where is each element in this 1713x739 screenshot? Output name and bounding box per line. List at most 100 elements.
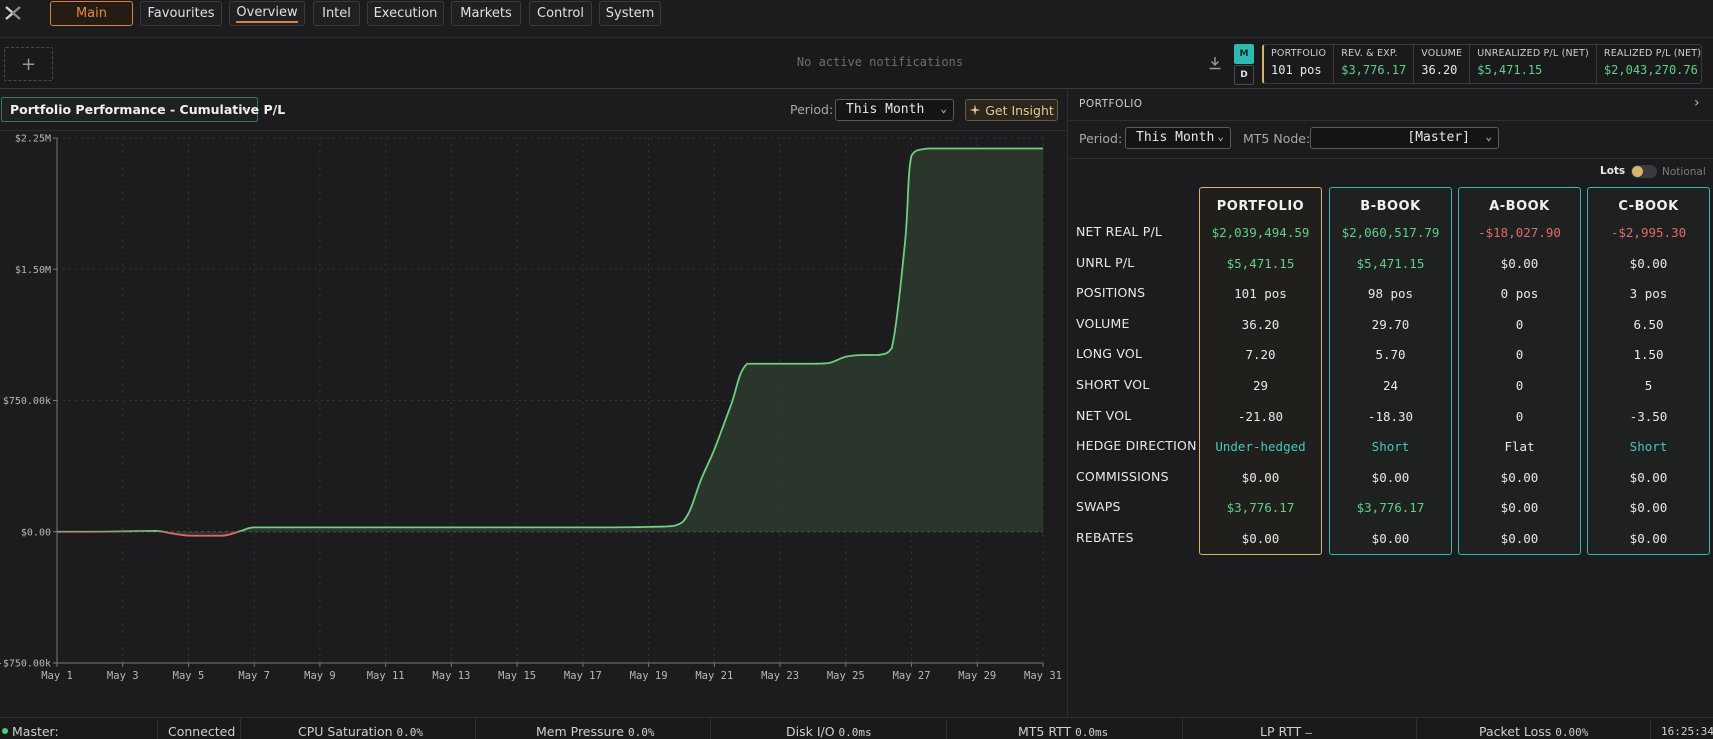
book-header[interactable]: B-BOOK <box>1330 199 1451 214</box>
book-column-a-book: A-BOOK -$18,027.90 $0.00 0 pos 0 0 0 0 Flat $0.00… <box>1458 187 1581 555</box>
book-cell: -3.50 <box>1629 408 1668 424</box>
period-select-value: This Month <box>846 102 925 117</box>
panel-period-select[interactable]: This Month ⌄ <box>1125 127 1231 149</box>
tab-intel-label: Intel <box>322 6 351 21</box>
metric-label: SWAPS <box>1076 499 1121 515</box>
summary-portfolio: PORTFOLIO 101 pos <box>1264 45 1335 83</box>
mt5-rtt-value: 0.0ms <box>1075 726 1109 739</box>
notification-message: No active notifications <box>796 55 964 69</box>
mt5-node-label: MT5 Node: <box>1243 131 1311 146</box>
book-cell: 0 <box>1515 316 1524 332</box>
book-cell: 29 <box>1252 378 1269 393</box>
chevron-down-icon: ⌄ <box>1485 130 1492 143</box>
book-column-c-book: C-BOOK -$2,995.30 $0.00 3 pos 6.50 1.50 5 -3.50… <box>1587 187 1710 555</box>
summary-value: $2,043,270.76 <box>1603 63 1698 77</box>
master-label: Master: <box>12 724 59 739</box>
book-header[interactable]: C-BOOK <box>1588 199 1709 214</box>
tab-favourites[interactable]: Favourites <box>140 1 222 26</box>
period-label: Period: <box>1079 131 1123 146</box>
status-bar: Master: Connected CPU Saturation 0.0% Me… <box>0 717 1713 739</box>
book-column-b-book: B-BOOK $2,060,517.79 $5,471.15 98 pos 29.70 5… <box>1329 187 1452 555</box>
disk-value: 0.0ms <box>838 726 872 739</box>
metric-label: NET VOL <box>1076 407 1132 423</box>
tab-intel[interactable]: Intel <box>313 1 360 26</box>
book-cell: 5.70 <box>1375 347 1406 363</box>
portfolio-summary: PORTFOLIO 101 pos REV. & EXP. $3,776.17 … <box>1262 44 1702 84</box>
book-cell: 7.20 <box>1245 347 1276 363</box>
tab-main[interactable]: Main <box>50 1 133 26</box>
x-tick-label: May 29 <box>958 670 996 682</box>
divider <box>240 718 241 739</box>
book-header[interactable]: A-BOOK <box>1459 199 1580 214</box>
tab-system[interactable]: System <box>599 1 661 26</box>
metric-label: UNRL P/L <box>1076 254 1135 270</box>
book-cell: Flat <box>1504 439 1535 455</box>
summary-value: 101 pos <box>1271 63 1322 77</box>
disk-label: Disk I/O <box>786 724 835 739</box>
x-tick-label: May 17 <box>564 670 602 682</box>
cpu-value: 0.0% <box>396 726 424 739</box>
cpu-metric: CPU Saturation 0.0% <box>298 724 423 739</box>
y-tick-label: $1.50M <box>15 265 51 276</box>
book-cell: 0 <box>1515 408 1524 424</box>
chart-selector[interactable]: Portfolio Performance - Cumulative P/L ⌄ <box>1 97 285 122</box>
y-tick-label: -$750.00k <box>0 659 51 670</box>
tab-markets-label: Markets <box>460 6 512 21</box>
tab-markets[interactable]: Markets <box>451 1 521 26</box>
sparkle-icon <box>969 104 981 116</box>
book-cell: $0.00 <box>1241 469 1280 485</box>
book-column-portfolio: PORTFOLIO $2,039,494.59 $5,471.15 101 pos 36… <box>1199 187 1322 555</box>
book-cell: $2,060,517.79 <box>1341 225 1440 240</box>
lots-notional-toggle[interactable] <box>1631 165 1657 178</box>
x-tick-label: May 31 <box>1024 670 1062 682</box>
book-cell: $0.00 <box>1500 255 1539 271</box>
book-cell: -$18,027.90 <box>1478 225 1561 240</box>
book-cell: $0.00 <box>1371 469 1410 485</box>
download-icon[interactable] <box>1208 56 1222 70</box>
book-cell: 6.50 <box>1633 316 1664 332</box>
add-widget-button[interactable]: + <box>4 47 53 81</box>
mt5-node-select[interactable]: [Master] ⌄ <box>1310 127 1499 149</box>
connection-status: Connected <box>168 724 236 739</box>
divider <box>946 718 947 739</box>
book-cell: Short <box>1629 439 1668 455</box>
book-cell: 0 pos <box>1500 286 1539 302</box>
toggle-knob <box>1632 166 1643 177</box>
summary-label: REALIZED P/L (NET) <box>1603 48 1702 59</box>
mode-d-button[interactable]: D <box>1234 65 1254 85</box>
summary-value: $5,471.15 <box>1477 63 1543 77</box>
x-tick-label: May 13 <box>432 670 470 682</box>
book-header[interactable]: PORTFOLIO <box>1200 199 1321 214</box>
mem-value: 0.0% <box>628 726 655 739</box>
tab-overview-label: Overview <box>236 5 298 23</box>
disk-metric: Disk I/O 0.0ms <box>786 724 872 739</box>
x-tick-label: May 7 <box>238 670 270 682</box>
divider <box>1182 718 1183 739</box>
chevron-down-icon: ⌄ <box>940 102 947 115</box>
area-fill <box>57 148 1043 536</box>
book-cell: $0.00 <box>1241 531 1280 546</box>
get-insight-button[interactable]: Get Insight <box>965 99 1058 121</box>
book-cell: 29.70 <box>1371 316 1410 332</box>
summary-rev-exp: REV. & EXP. $3,776.17 <box>1334 45 1415 83</box>
book-cell: $3,776.17 <box>1356 500 1425 516</box>
mode-m-button[interactable]: M <box>1234 44 1254 64</box>
x-tick-label: May 15 <box>498 670 536 682</box>
mem-label: Mem Pressure <box>536 724 625 739</box>
book-cell: -$2,995.30 <box>1610 225 1687 240</box>
x-logo-icon[interactable] <box>4 4 22 22</box>
tab-execution-label: Execution <box>373 6 438 21</box>
chevron-right-icon[interactable]: › <box>1694 95 1700 111</box>
summary-value: $3,776.17 <box>1341 63 1407 77</box>
tab-execution[interactable]: Execution <box>367 1 444 26</box>
x-tick-label: May 1 <box>41 670 73 682</box>
divider <box>157 718 158 739</box>
book-cell: $2,039,494.59 <box>1211 225 1310 240</box>
summary-label: UNREALIZED P/L (NET) <box>1477 48 1589 59</box>
packet-loss-metric: Packet Loss 0.00% <box>1479 724 1588 739</box>
divider <box>710 718 711 739</box>
tab-control[interactable]: Control <box>529 1 592 26</box>
pl-chart[interactable]: -$750.00k $0.00 $750.00k $1.50M $2.25M May 1 M… <box>0 131 1068 717</box>
tab-overview[interactable]: Overview <box>229 1 305 26</box>
period-select[interactable]: This Month ⌄ <box>835 99 954 121</box>
